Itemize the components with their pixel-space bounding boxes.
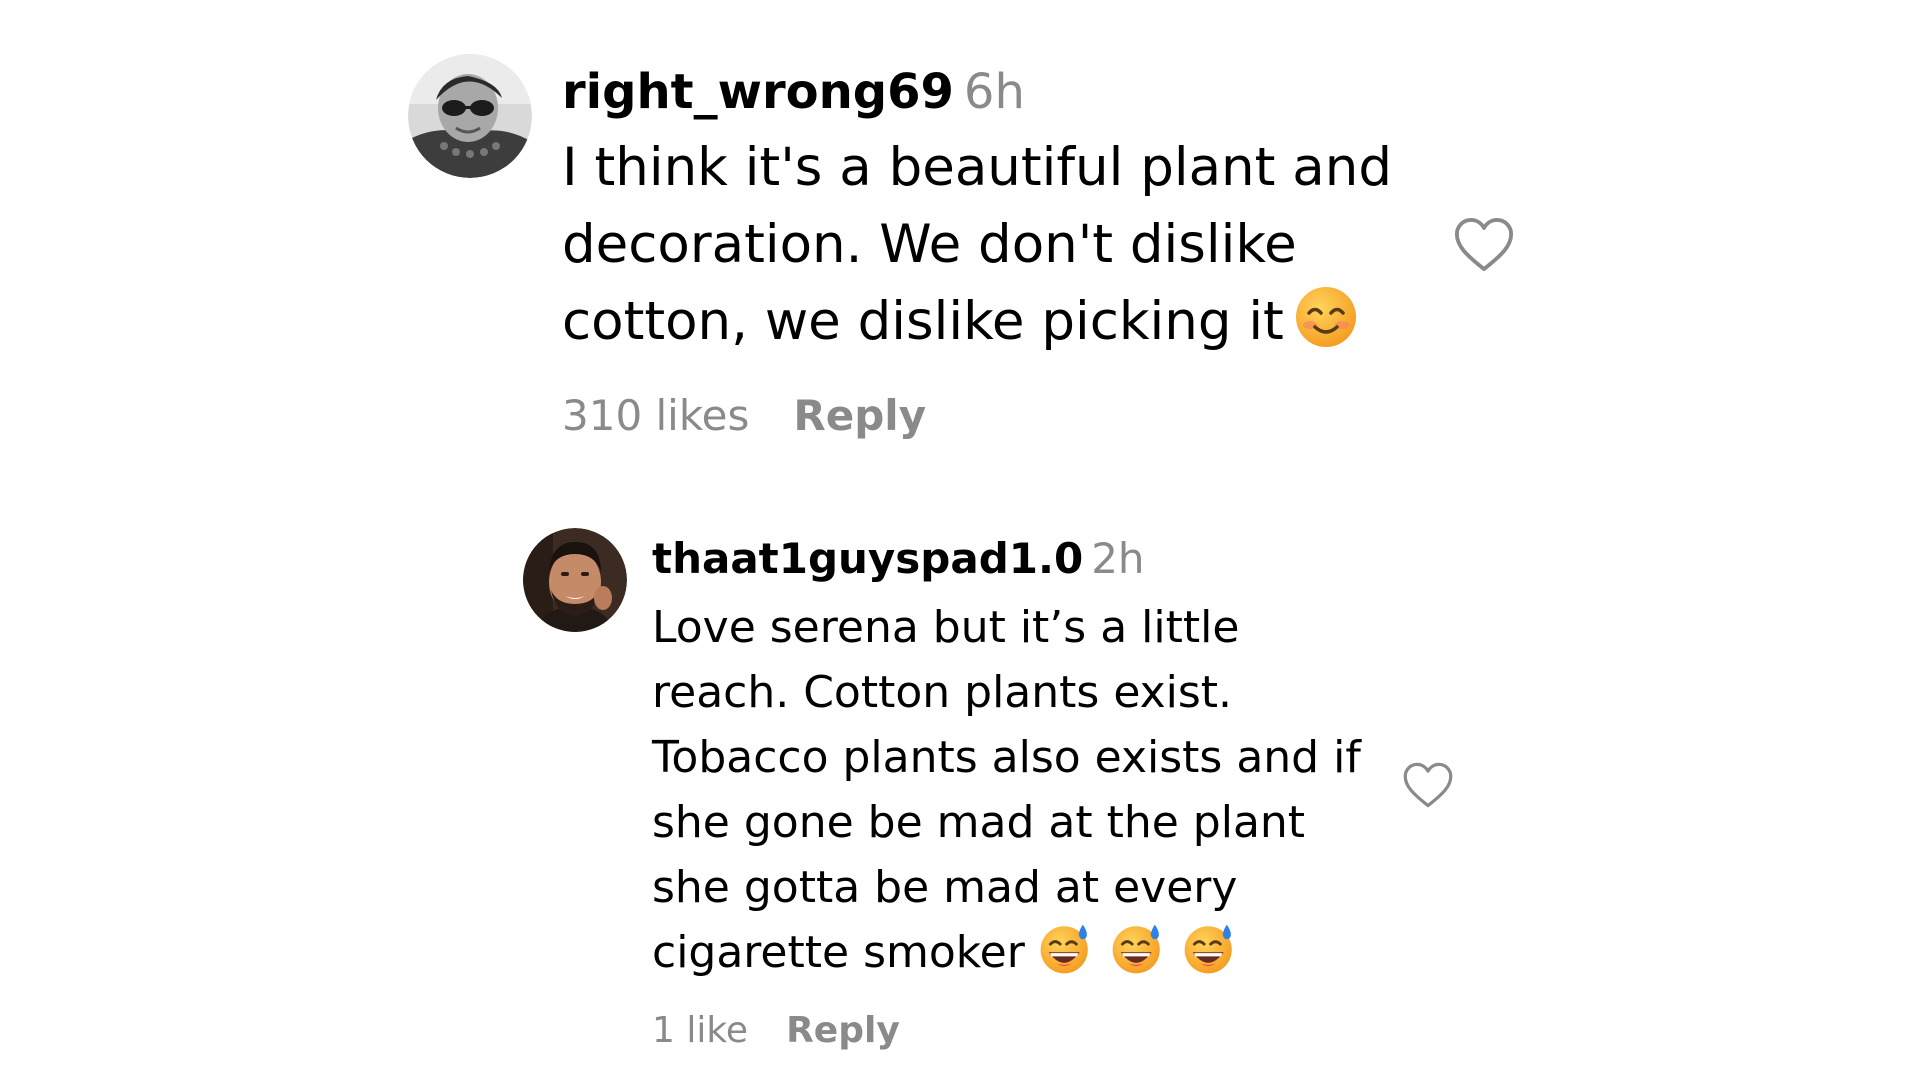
username[interactable]: right_wrong69	[562, 64, 954, 120]
comment-actions: 310 likes Reply	[562, 391, 1442, 440]
comment-text: Love serena but it’s a little reach. Cot…	[652, 595, 1372, 985]
avatar[interactable]	[523, 528, 627, 632]
comment-header: thaat1guyspad1.0 2h	[652, 533, 1372, 585]
smiling-face-with-smiling-eyes-icon	[1294, 285, 1358, 349]
grinning-face-with-sweat-icon	[1111, 923, 1163, 975]
avatar-image	[408, 54, 532, 178]
comment-actions: 1 like Reply	[652, 1010, 1372, 1051]
comment-text-content: Love serena but it’s a little reach. Cot…	[652, 602, 1361, 978]
grinning-face-with-sweat-icon	[1039, 923, 1091, 975]
avatar-image	[523, 528, 627, 632]
grinning-face-with-sweat-icon	[1183, 923, 1235, 975]
heart-icon[interactable]	[1402, 761, 1454, 809]
comment-body: thaat1guyspad1.0 2h Love serena but it’s …	[652, 533, 1372, 1051]
heart-icon[interactable]	[1453, 216, 1515, 273]
avatar[interactable]	[408, 54, 532, 178]
comment-text-content: I think it's a beautiful plant and decor…	[562, 137, 1392, 352]
reply-button[interactable]: Reply	[793, 391, 926, 440]
comment-body: right_wrong69 6h I think it's a beautiful…	[562, 62, 1442, 440]
likes-count[interactable]: 1 like	[652, 1010, 748, 1051]
comment-text: I think it's a beautiful plant and decor…	[562, 129, 1442, 360]
comments-thread: right_wrong69 6h I think it's a beautiful…	[0, 0, 1920, 1080]
comment-header: right_wrong69 6h	[562, 62, 1442, 122]
reply-button[interactable]: Reply	[786, 1010, 900, 1051]
likes-count[interactable]: 310 likes	[562, 391, 749, 440]
timestamp: 2h	[1091, 534, 1145, 583]
username[interactable]: thaat1guyspad1.0	[652, 534, 1083, 583]
timestamp: 6h	[963, 64, 1025, 120]
